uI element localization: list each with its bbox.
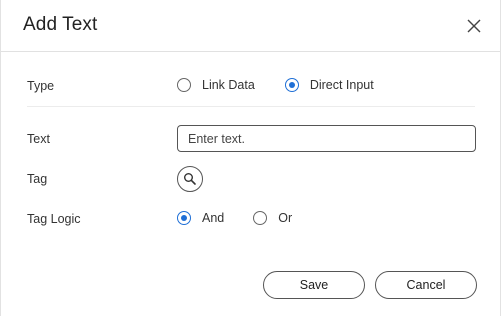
radio-or[interactable]: Or: [253, 211, 292, 225]
tag-logic-label: Tag Logic: [27, 212, 81, 226]
radio-direct-input-circle[interactable]: [284, 78, 299, 92]
close-button[interactable]: [464, 16, 484, 36]
add-text-dialog: Add Text Type Link Data Direct Input Tex…: [0, 0, 501, 316]
type-label: Type: [27, 79, 55, 93]
radio-and-label: And: [202, 211, 225, 225]
radio-and[interactable]: And: [177, 211, 224, 225]
tag-search-button[interactable]: [177, 166, 203, 192]
text-input[interactable]: [177, 125, 476, 152]
radio-or-label: Or: [278, 211, 293, 225]
save-button[interactable]: Save: [263, 271, 365, 299]
dialog-title: Add Text: [23, 14, 98, 35]
section-divider: [27, 106, 475, 107]
radio-link-data-label: Link Data: [202, 78, 255, 92]
close-icon: [467, 19, 481, 33]
type-radio-group: Link Data Direct Input: [177, 78, 374, 92]
radio-link-data-circle[interactable]: [177, 78, 191, 92]
tag-logic-radio-group: And Or: [177, 211, 292, 225]
search-icon: [184, 173, 196, 185]
radio-link-data[interactable]: Link Data: [177, 78, 255, 92]
radio-direct-input[interactable]: Direct Input: [284, 78, 374, 92]
radio-or-circle[interactable]: [253, 211, 268, 225]
radio-direct-input-label: Direct Input: [309, 78, 374, 92]
tag-label: Tag: [27, 172, 48, 186]
text-label: Text: [27, 132, 50, 146]
cancel-button[interactable]: Cancel: [375, 271, 477, 299]
dialog-header: Add Text: [1, 0, 500, 52]
radio-and-circle[interactable]: [177, 211, 191, 225]
